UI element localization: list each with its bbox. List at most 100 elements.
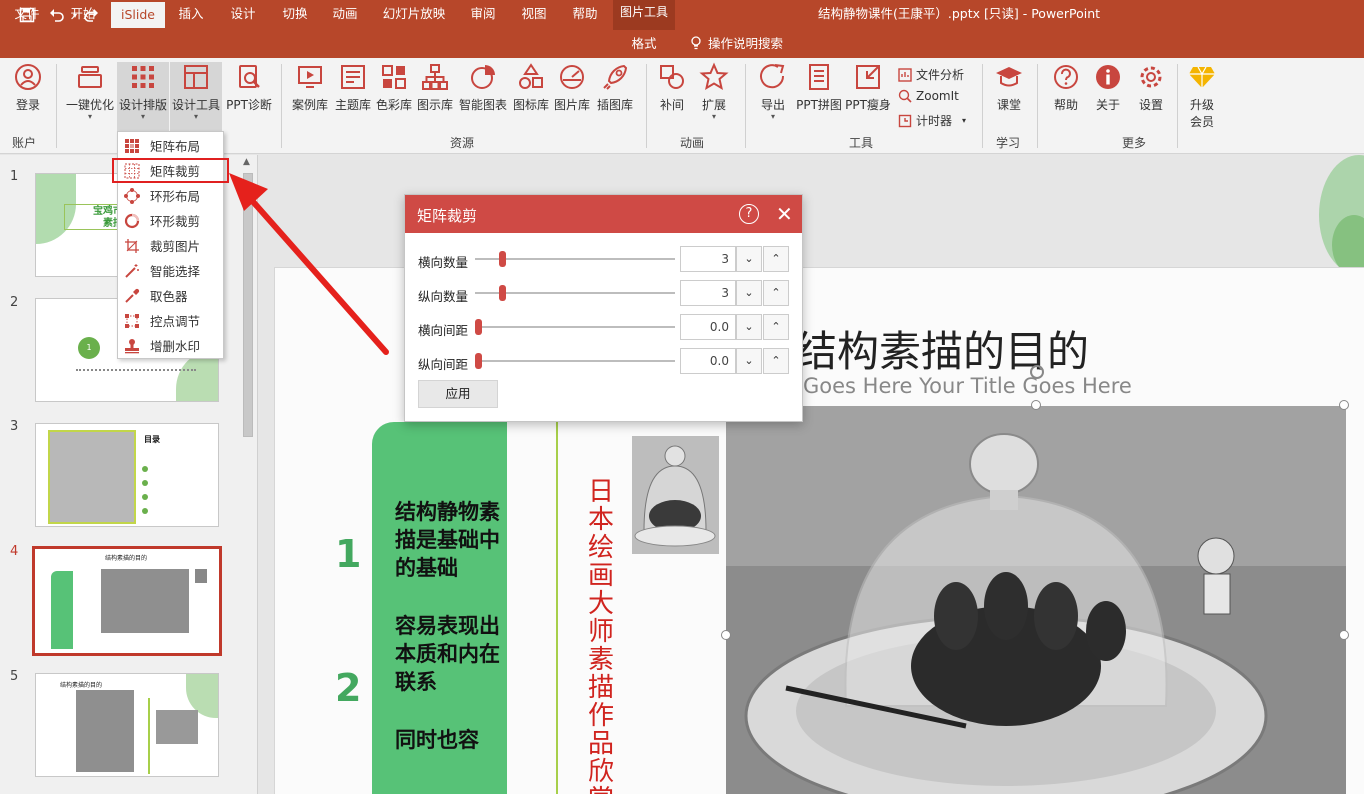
menu-item-matrix-layout[interactable]: 矩阵布局 <box>118 133 223 158</box>
ppt-slim-button[interactable]: PPT瘦身 <box>844 62 892 113</box>
horizontal-spacing-row: 横向间距 0.0 ⌄ ⌃ <box>405 312 802 342</box>
rotate-handle-icon[interactable] <box>1027 362 1047 382</box>
tell-me-search[interactable]: 操作说明搜索 <box>690 30 783 58</box>
menu-item-watermark[interactable]: 增删水印 <box>118 333 223 358</box>
picture-library-button[interactable]: 图片库 <box>552 62 592 113</box>
vertical-caption[interactable]: 日本绘画大师素描作品欣赏 <box>585 478 617 794</box>
chevron-up-icon[interactable]: ⌃ <box>763 246 789 272</box>
ring-layout-icon <box>124 187 140 204</box>
menu-item-ring-crop[interactable]: 环形裁剪 <box>118 208 223 233</box>
chevron-down-icon[interactable]: ⌄ <box>736 314 762 340</box>
slider-knob[interactable] <box>475 319 482 335</box>
slide-thumbnail-4[interactable]: 结构素描的目的 <box>32 546 222 656</box>
upgrade-member-button[interactable]: 升级 会员 <box>1182 62 1222 130</box>
vertical-count-row: 纵向数量 3 ⌄ ⌃ <box>405 278 802 308</box>
play-slide-icon <box>298 66 322 88</box>
tab-format[interactable]: 格式 <box>618 30 670 58</box>
zoomit-button[interactable]: ZoomIt <box>898 89 959 103</box>
illustration-library-button[interactable]: 插图库 <box>594 62 636 113</box>
chevron-down-icon[interactable]: ⌄ <box>736 246 762 272</box>
ppt-merge-button[interactable]: PPT拼图 <box>795 62 843 113</box>
scrollbar-thumb[interactable] <box>243 173 253 437</box>
vertical-count-value[interactable]: 3 <box>680 280 736 306</box>
course-button[interactable]: 课堂 <box>989 62 1029 113</box>
slider-knob[interactable] <box>475 353 482 369</box>
group-separator <box>1177 64 1178 148</box>
tab-slideshow[interactable]: 幻灯片放映 <box>374 0 454 28</box>
case-library-button[interactable]: 案例库 <box>288 62 332 113</box>
tab-transitions[interactable]: 切换 <box>270 0 320 28</box>
one-click-optimize-button[interactable]: 一键优化 ▾ <box>64 62 116 121</box>
slider-knob[interactable] <box>499 285 506 301</box>
design-layout-button[interactable]: 设计排版 ▾ <box>117 62 169 132</box>
horizontal-spacing-slider[interactable] <box>475 326 675 328</box>
icon-library-button[interactable]: 图标库 <box>511 62 551 113</box>
theme-library-button[interactable]: 主题库 <box>332 62 374 113</box>
menu-item-smart-select[interactable]: 智能选择 <box>118 258 223 283</box>
horizontal-count-value[interactable]: 3 <box>680 246 736 272</box>
help-icon[interactable]: ? <box>739 204 759 224</box>
theme-icon <box>341 65 365 89</box>
vertical-spacing-value[interactable]: 0.0 <box>680 348 736 374</box>
tab-home[interactable]: 开始 <box>56 0 110 28</box>
menu-item-eyedropper[interactable]: 取色器 <box>118 283 223 308</box>
help-button[interactable]: 帮助 <box>1046 62 1086 113</box>
themes-label: 主题库 <box>334 98 371 112</box>
tab-file[interactable]: 文件 <box>0 0 54 28</box>
menu-item-matrix-crop[interactable]: 矩阵裁剪 <box>112 158 229 183</box>
vertical-spacing-slider[interactable] <box>475 360 675 362</box>
export-button[interactable]: 导出 ▾ <box>752 62 794 121</box>
file-analysis-button[interactable]: 文件分析 <box>898 66 964 83</box>
diagram-library-button[interactable]: 图示库 <box>415 62 455 113</box>
group-separator <box>281 64 282 148</box>
thumbnail-scrollbar[interactable]: ▲ <box>240 155 256 794</box>
tab-review[interactable]: 审阅 <box>458 0 508 28</box>
dialog-header[interactable]: 矩阵裁剪 ? ✕ <box>405 195 802 233</box>
resize-handle[interactable] <box>721 630 731 640</box>
small-photo[interactable] <box>632 436 719 554</box>
resize-handle[interactable] <box>1339 400 1349 410</box>
diagnose-icon <box>239 65 260 88</box>
ppt-diagnose-button[interactable]: PPT诊断 <box>224 62 274 113</box>
shapes-icon <box>519 63 543 89</box>
tab-islide[interactable]: iSlide <box>111 2 165 28</box>
slide-number: 3 <box>10 419 19 434</box>
resize-handle[interactable] <box>1031 400 1041 410</box>
green-panel-text[interactable]: 结构静物素描是基础中的基础 容易表现出本质和内在联系 同时也容 <box>395 498 505 754</box>
tab-view[interactable]: 视图 <box>509 0 559 28</box>
tab-design[interactable]: 设计 <box>218 0 268 28</box>
menu-item-label: 裁剪图片 <box>150 239 201 254</box>
menu-item-handle-adjust[interactable]: 控点调节 <box>118 308 223 333</box>
apply-button[interactable]: 应用 <box>418 380 498 408</box>
close-icon[interactable]: ✕ <box>776 202 793 226</box>
timer-button[interactable]: 计时器 ▾ <box>898 112 966 129</box>
menu-item-ring-layout[interactable]: 环形布局 <box>118 183 223 208</box>
login-button[interactable]: 登录 <box>6 62 50 113</box>
smart-chart-button[interactable]: 智能图表 <box>456 62 510 113</box>
chevron-down-icon[interactable]: ⌄ <box>736 348 762 374</box>
chevron-up-icon[interactable]: ⌃ <box>763 314 789 340</box>
settings-button[interactable]: 设置 <box>1131 62 1171 113</box>
tab-animations[interactable]: 动画 <box>320 0 370 28</box>
design-tools-button[interactable]: 设计工具 ▾ <box>170 62 222 132</box>
about-button[interactable]: 关于 <box>1088 62 1128 113</box>
chevron-down-icon[interactable]: ⌄ <box>736 280 762 306</box>
menu-item-label: 增删水印 <box>150 339 201 354</box>
chevron-up-icon[interactable]: ⌃ <box>763 280 789 306</box>
tween-button[interactable]: 补间 <box>652 62 692 113</box>
slider-knob[interactable] <box>499 251 506 267</box>
selected-photo[interactable] <box>726 406 1346 794</box>
slide-subtitle[interactable]: Goes Here Your Title Goes Here <box>803 374 1132 398</box>
resize-handle[interactable] <box>1339 630 1349 640</box>
tab-insert[interactable]: 插入 <box>166 0 216 28</box>
chevron-up-icon[interactable]: ⌃ <box>763 348 789 374</box>
scroll-up-icon[interactable]: ▲ <box>243 157 250 167</box>
tab-help[interactable]: 帮助 <box>560 0 610 28</box>
extend-button[interactable]: 扩展 ▾ <box>694 62 734 121</box>
menu-item-crop-image[interactable]: 裁剪图片 <box>118 233 223 258</box>
horizontal-spacing-value[interactable]: 0.0 <box>680 314 736 340</box>
optimize-label: 一键优化 <box>65 98 114 112</box>
slide-thumbnail-5[interactable]: 结构素描的目的 <box>35 673 219 777</box>
slide-thumbnail-3[interactable]: 目录 <box>35 423 219 527</box>
color-library-button[interactable]: 色彩库 <box>374 62 414 113</box>
